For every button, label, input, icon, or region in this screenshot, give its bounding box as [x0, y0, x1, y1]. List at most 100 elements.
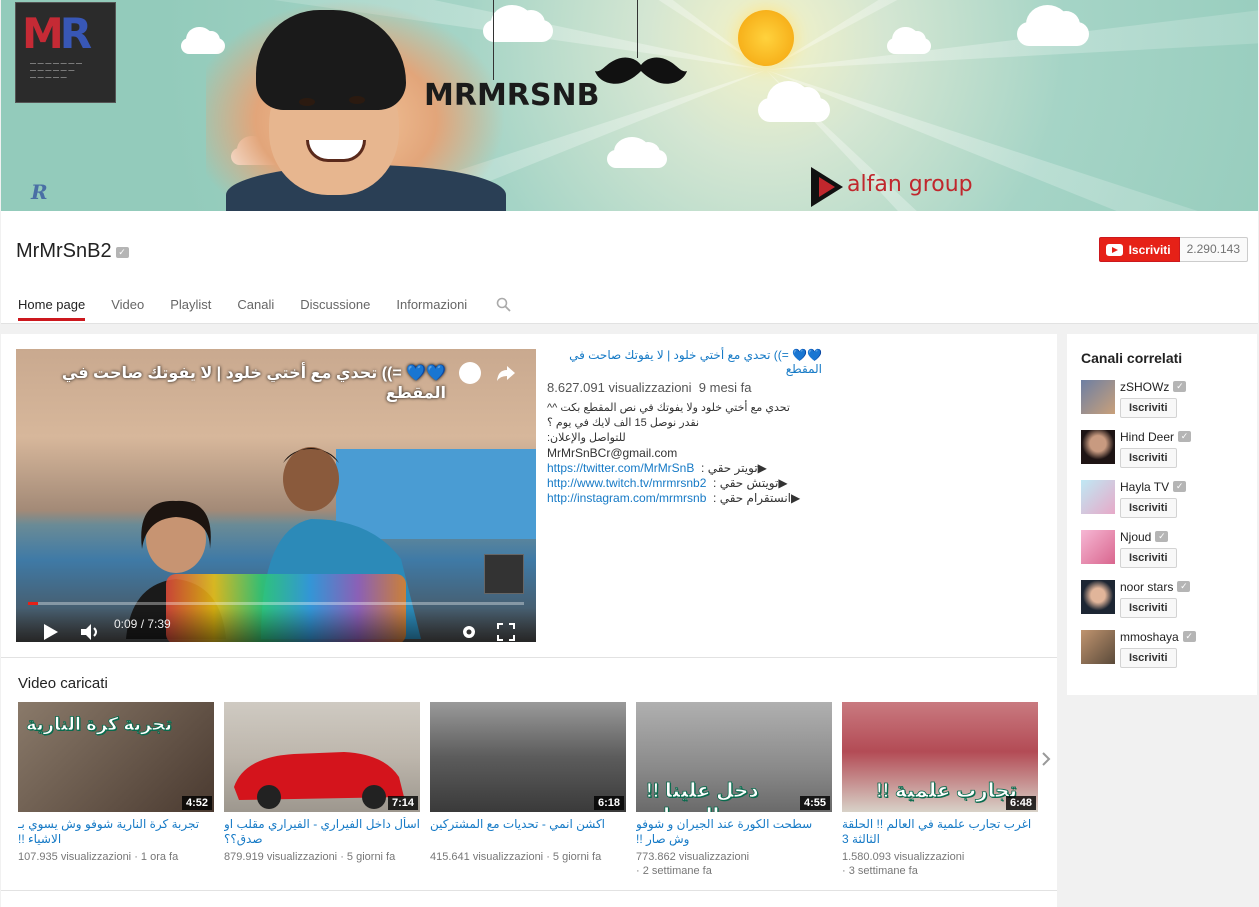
video-meta: 879.919 visualizzazioni · 5 giorni fa [224, 851, 396, 863]
subscriber-count: 2.290.143 [1179, 237, 1248, 262]
desc-line: تحدي مع أختي خلود ولا يفوتك في نص المقطع… [547, 402, 790, 414]
video-card[interactable]: 7:14 اسأل داخل الفيراري - الفيراري مقلب … [224, 702, 420, 864]
video-title[interactable]: اكشن انمي - تحديات مع المشتركين [430, 817, 626, 847]
video-duration: 4:52 [181, 796, 212, 810]
subscribe-button[interactable]: Iscriviti [1098, 237, 1180, 262]
subscribe-button[interactable]: Iscriviti [1120, 598, 1177, 618]
verified-check-icon: ✓ [115, 247, 129, 258]
search-icon[interactable] [496, 297, 511, 312]
related-channel-name[interactable]: mmoshaya [1120, 630, 1179, 644]
thumbnail-overlay-text: !! تجارب علمية [876, 780, 1018, 803]
tab-video[interactable]: Video [111, 297, 144, 321]
channel-header: MrMrSnB2 ✓ Iscriviti 2.290.143 Home page … [1, 211, 1258, 324]
desc-link-row: http://instagram.com/mrmrsnb انستقرام حق… [547, 491, 837, 506]
fullscreen-icon[interactable] [497, 623, 515, 641]
video-title[interactable]: اغرب تجارب علمية في العالم !! الحلقة الث… [842, 817, 1038, 847]
related-channel-name[interactable]: noor stars [1120, 580, 1173, 594]
tab-playlist[interactable]: Playlist [170, 297, 211, 321]
related-channel: zSHOWz ✓ Iscriviti [1081, 380, 1251, 420]
tab-discussion[interactable]: Discussione [300, 297, 370, 321]
related-channel-name-row: Hind Deer ✓ [1120, 430, 1192, 444]
verified-check-icon: ✓ [1173, 381, 1187, 392]
video-age: 1 ora fa [140, 851, 179, 863]
instagram-link[interactable]: http://instagram.com/mrmrsnb [547, 491, 706, 505]
related-channel: Hayla TV ✓ Iscriviti [1081, 480, 1251, 520]
avatar[interactable] [1081, 380, 1115, 414]
watch-later-icon[interactable] [459, 362, 481, 384]
volume-icon[interactable] [81, 624, 101, 640]
video-age: 5 giorni fa [346, 851, 396, 863]
video-duration: 6:48 [1005, 796, 1036, 810]
featured-video-title[interactable]: 💙💙 =)) تحدي مع أختي خلود | لا يفوتك صاحت… [547, 348, 822, 376]
avatar[interactable] [1081, 530, 1115, 564]
video-title[interactable]: سطحت الكورة عند الجيران و شوفو وش صار !! [636, 817, 832, 847]
shelf-next-arrow-icon[interactable] [1041, 752, 1051, 766]
avatar[interactable] [1081, 580, 1115, 614]
player-title[interactable]: 💙💙 =)) تحدي مع أختي خلود | لا يفوتك صاحت… [16, 363, 446, 403]
avatar[interactable] [1081, 630, 1115, 664]
uploads-section-title[interactable]: Video caricati [18, 675, 108, 692]
progress-bar[interactable] [28, 602, 524, 605]
subscribe-button[interactable]: Iscriviti [1120, 398, 1177, 418]
channel-name[interactable]: MrMrSnB2 [16, 240, 112, 262]
video-card[interactable]: !! دخل علينا الجيران 4:55 سطحت الكورة عن… [636, 702, 832, 878]
related-channel-name-row: noor stars ✓ [1120, 580, 1191, 594]
video-watermark [484, 554, 524, 594]
related-channel-name[interactable]: Njoud [1120, 530, 1151, 544]
mustache-icon [595, 57, 687, 84]
related-channels-title: Canali correlati [1081, 350, 1183, 366]
avatar[interactable] [1081, 430, 1115, 464]
video-card[interactable]: تجربة كرة النارية 4:52 تجربة كرة النارية… [18, 702, 214, 864]
video-thumbnail[interactable]: 6:18 [430, 702, 626, 812]
play-arrow-icon: ▶ [757, 461, 767, 475]
twitch-link[interactable]: http://www.twitch.tv/mrmrsnb2 [547, 476, 706, 490]
video-thumbnail[interactable]: 7:14 [224, 702, 420, 812]
avatar-letter-m: M [22, 9, 64, 58]
gear-icon[interactable] [460, 623, 478, 641]
video-thumbnail[interactable]: تجربة كرة النارية 4:52 [18, 702, 214, 812]
desc-line: نقدر نوصل 15 الف لايك في يوم ؟ [547, 417, 700, 429]
related-channel-name[interactable]: Hayla TV [1120, 480, 1169, 494]
subscribe-group: Iscriviti 2.290.143 [1098, 237, 1248, 262]
channel-avatar[interactable]: MR — — — — — — — — — — — — — — — — — — [15, 2, 116, 103]
video-age: 3 settimane fa [848, 865, 918, 877]
avatar[interactable] [1081, 480, 1115, 514]
video-thumbnail[interactable]: !! دخل علينا الجيران 4:55 [636, 702, 832, 812]
verified-check-icon: ✓ [1178, 431, 1192, 442]
featured-views: 8.627.091 visualizzazioni [547, 380, 692, 395]
video-player[interactable]: 💙💙 =)) تحدي مع أختي خلود | لا يفوتك صاحت… [16, 349, 536, 642]
related-channel: noor stars ✓ Iscriviti [1081, 580, 1251, 620]
subscribe-button[interactable]: Iscriviti [1120, 498, 1177, 518]
video-title[interactable]: تجربة كرة النارية شوفو وش يسوي بـ الاشيا… [18, 817, 214, 847]
subscribe-label: Iscriviti [1128, 242, 1171, 257]
related-channel-name[interactable]: zSHOWz [1120, 380, 1169, 394]
video-duration: 4:55 [799, 796, 830, 810]
play-arrow-icon: ▶ [778, 476, 788, 490]
subscribe-button[interactable]: Iscriviti [1120, 448, 1177, 468]
tab-home[interactable]: Home page [18, 297, 86, 321]
tab-about[interactable]: Informazioni [396, 297, 467, 321]
play-arrow-icon: ▶ [791, 491, 801, 505]
featured-description: تحدي مع أختي خلود ولا يفوتك في نص المقطع… [547, 401, 837, 506]
subscribe-button[interactable]: Iscriviti [1120, 648, 1177, 668]
main-content: 💙💙 =)) تحدي مع أختي خلود | لا يفوتك صاحت… [1, 334, 1057, 907]
video-card[interactable]: !! تجارب علمية 6:48 اغرب تجارب علمية في … [842, 702, 1038, 878]
video-duration: 7:14 [387, 796, 418, 810]
related-channel-name[interactable]: Hind Deer [1120, 430, 1174, 444]
video-meta: 415.641 visualizzazioni · 5 giorni fa [430, 851, 602, 863]
video-meta: 107.935 visualizzazioni · 1 ora fa [18, 851, 179, 863]
play-icon[interactable] [44, 624, 58, 640]
video-thumbnail[interactable]: !! تجارب علمية 6:48 [842, 702, 1038, 812]
related-channel-name-row: Njoud ✓ [1120, 530, 1169, 544]
video-card[interactable]: 6:18 اكشن انمي - تحديات مع المشتركين 415… [430, 702, 626, 864]
verified-check-icon: ✓ [1173, 481, 1187, 492]
thumbnail-overlay-text: تجربة كرة النارية [26, 714, 173, 735]
player-time: 0:09 / 7:39 [114, 617, 171, 631]
desc-line: للتواصل والإعلان: [547, 432, 626, 444]
subscribe-button[interactable]: Iscriviti [1120, 548, 1177, 568]
tab-channels[interactable]: Canali [237, 297, 274, 321]
video-title[interactable]: اسأل داخل الفيراري - الفيراري مقلب او صد… [224, 817, 420, 847]
video-meta: 773.862 visualizzazioni · 2 settimane fa [636, 851, 750, 877]
share-icon[interactable] [495, 362, 517, 384]
twitter-link[interactable]: https://twitter.com/MrMrSnB [547, 461, 694, 475]
